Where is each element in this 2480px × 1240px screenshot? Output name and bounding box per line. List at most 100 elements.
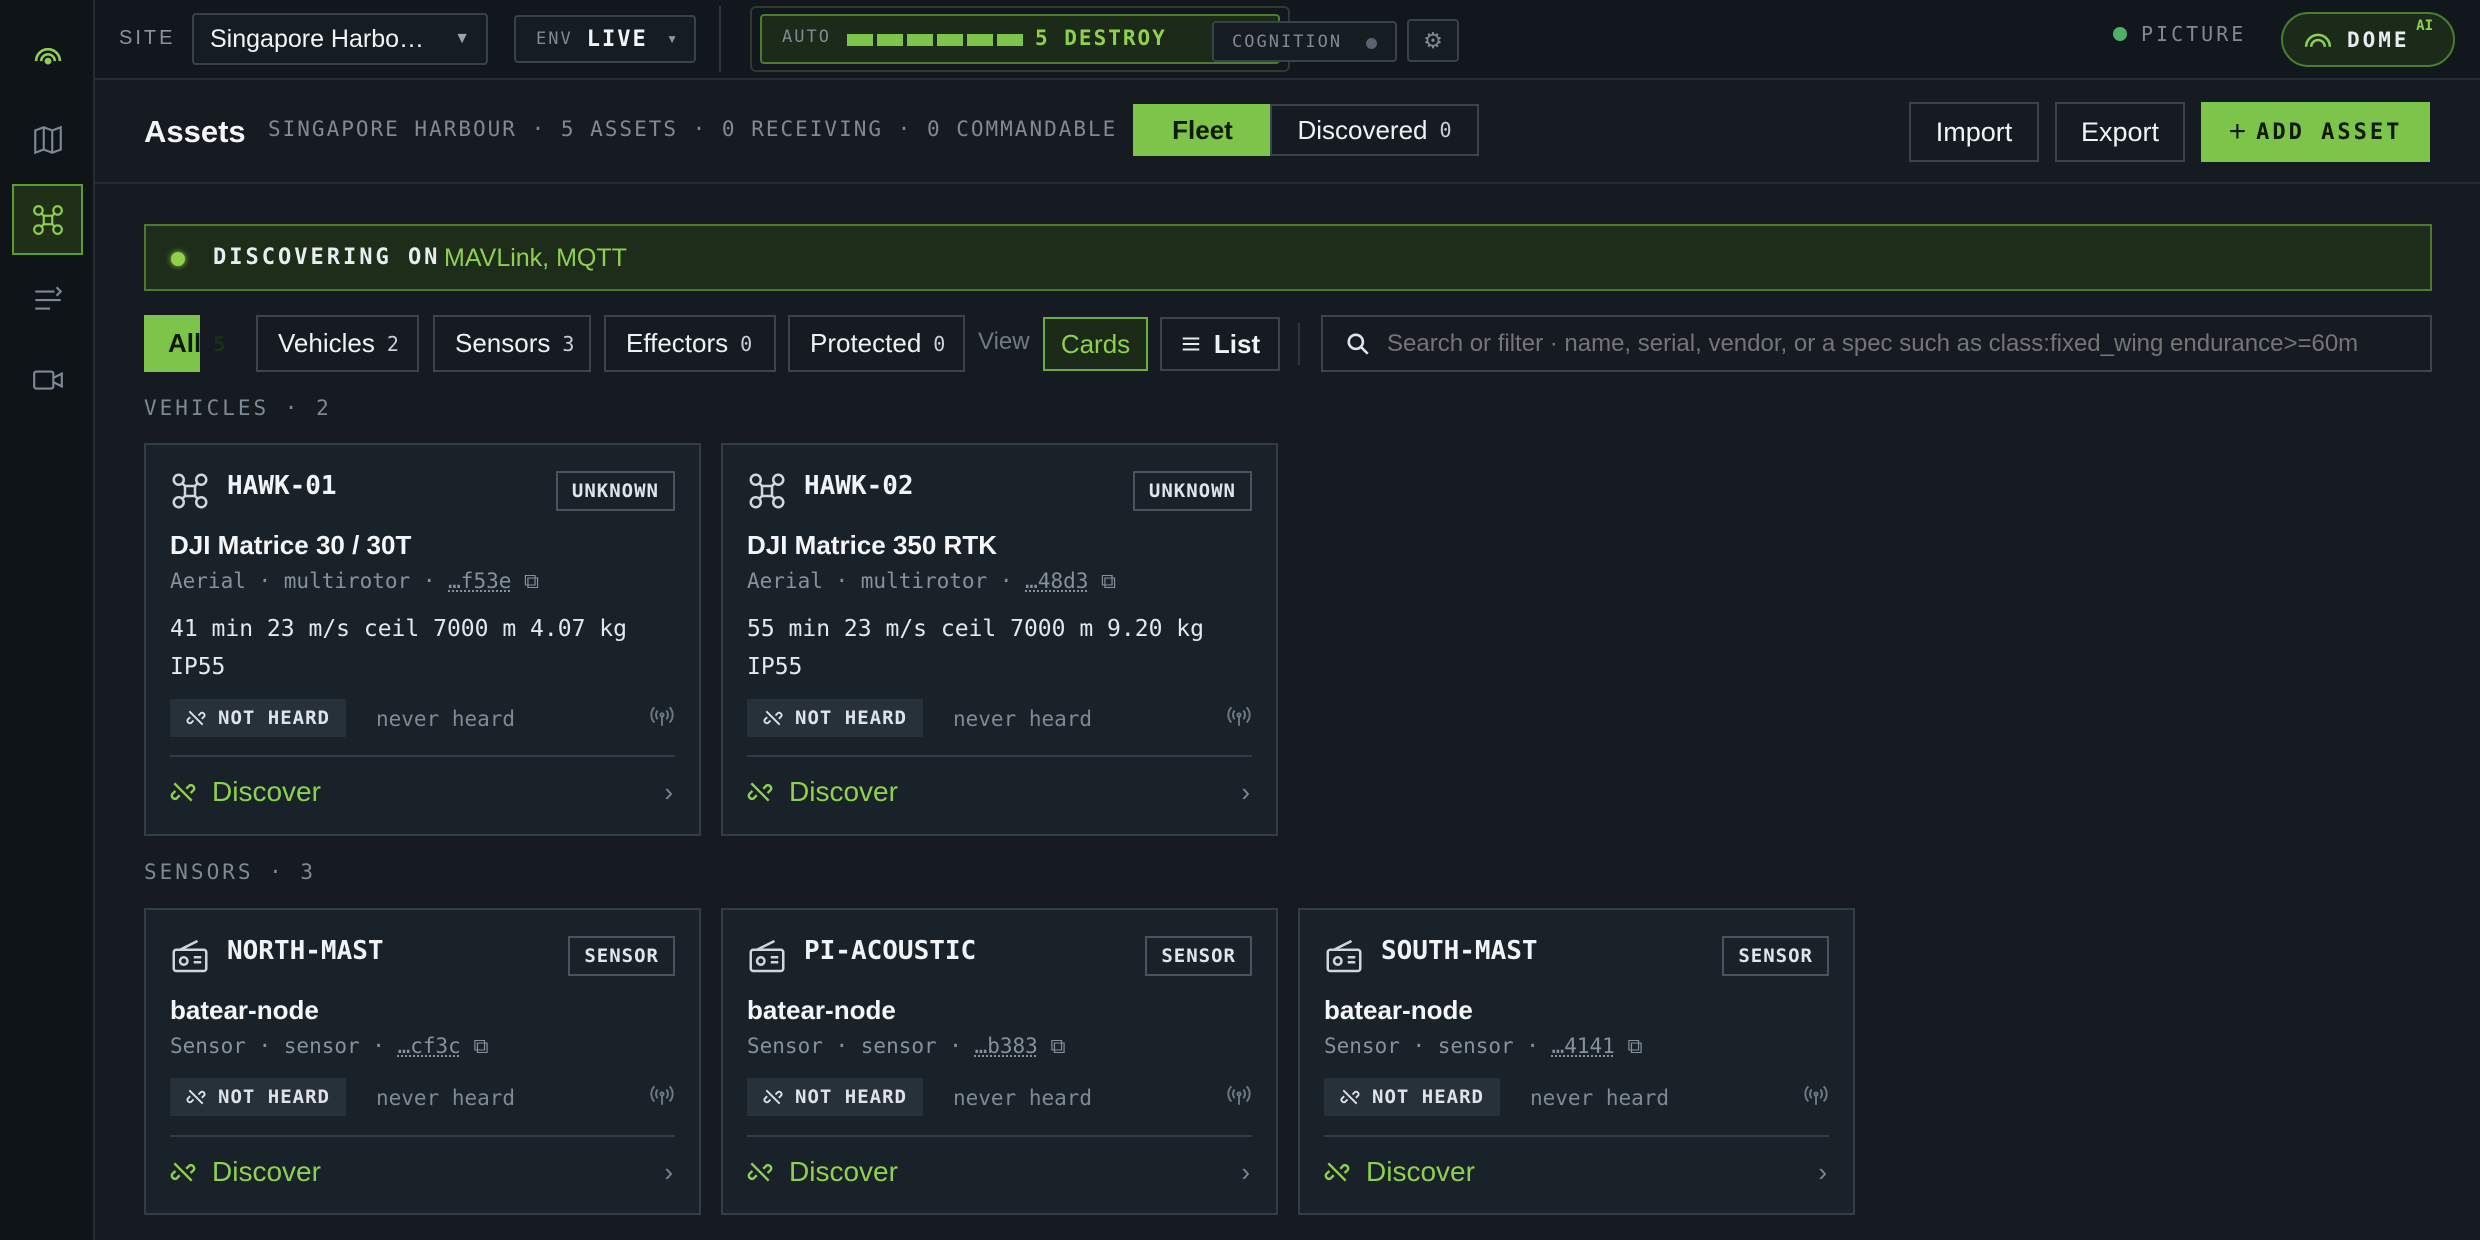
asset-specs: 41 min 23 m/s ceil 7000 m 4.07 kg IP55 [170,616,627,680]
view-cards-button[interactable]: Cards [1043,317,1148,371]
last-heard: never heard [376,707,516,731]
filter-chip-all[interactable]: All 5 [144,315,225,372]
status-badge: SENSOR [568,936,675,976]
view-list-button[interactable]: List [1160,317,1280,371]
discover-button[interactable]: Discover [1324,1156,1475,1188]
discover-button[interactable]: Discover [747,776,898,808]
asset-card[interactable]: SOUTH-MAST SENSOR batear-node Sensor · s… [1298,908,1855,1215]
import-label: Import [1935,116,2013,147]
asset-serial: …f53e [448,569,512,593]
drone-icon[interactable] [12,184,83,255]
discover-button[interactable]: Discover [170,1156,321,1188]
chevron-right-icon[interactable]: › [1241,777,1250,808]
logo-icon[interactable] [12,20,83,91]
picture-status[interactable]: PICTURE [2113,22,2246,46]
drone-icon [749,473,785,509]
banner-protocols: MAVLink, MQTT [444,244,627,272]
discover-button[interactable]: Discover [747,1156,898,1188]
copy-icon[interactable]: ⧉ [1101,569,1116,593]
chevron-right-icon[interactable]: › [1818,1157,1827,1188]
tab-fleet[interactable]: Fleet [1133,104,1272,156]
chevron-right-icon[interactable]: › [664,1157,673,1188]
copy-icon[interactable]: ⧉ [524,569,539,593]
link-status-badge: NOT HEARD [747,699,923,737]
map-icon[interactable] [12,104,83,175]
export-button[interactable]: Export [2055,102,2185,162]
copy-icon[interactable]: ⧉ [473,1034,488,1058]
asset-model: batear-node [747,995,896,1025]
status-badge: UNKNOWN [1132,471,1252,511]
status-dot-icon [1366,38,1377,49]
asset-name: SOUTH-MAST [1381,936,1538,966]
autonomy-level-segment [907,34,933,46]
asset-class: Sensor · sensor · [1324,1034,1552,1058]
add-asset-button[interactable]: + ADD ASSET [2201,102,2430,162]
video-icon[interactable] [12,344,83,415]
asset-card[interactable]: NORTH-MAST SENSOR batear-node Sensor · s… [144,908,701,1215]
link-off-icon [763,710,783,726]
asset-name: NORTH-MAST [227,936,384,966]
link-status-badge: NOT HEARD [170,1078,346,1116]
search-box[interactable] [1321,315,2432,372]
divider [747,755,1252,757]
filter-chip-protected[interactable]: Protected 0 [788,315,965,372]
site-label: SITE [119,27,176,49]
cognition-toggle[interactable]: COGNITION [1212,21,1397,62]
asset-meta: Aerial · multirotor · …f53e ⧉ [170,569,539,594]
antenna-icon [650,706,674,726]
divider [719,6,721,72]
chevron-right-icon[interactable]: › [664,777,673,808]
asset-card[interactable]: PI-ACOUSTIC SENSOR batear-node Sensor · … [721,908,1278,1215]
asset-name: HAWK-02 [804,471,914,501]
autonomy-level-control[interactable]: AUTO 5 DESTROY [760,14,1280,64]
filter-chip-sensors[interactable]: Sensors 3 [433,315,591,372]
tab-discovered[interactable]: Discovered 0 [1270,104,1479,156]
link-off-icon [170,782,196,802]
chevron-right-icon[interactable]: › [1241,1157,1250,1188]
asset-class: Aerial · multirotor · [747,569,1026,593]
plus-icon: + [2228,115,2247,148]
asset-card[interactable]: HAWK-01 UNKNOWN DJI Matrice 30 / 30T Aer… [144,443,701,836]
cognition-label: COGNITION [1232,31,1343,52]
env-label: ENV [536,29,573,49]
asset-model: DJI Matrice 30 / 30T [170,530,412,560]
autonomy-level-segment [997,34,1023,46]
status-badge: SENSOR [1145,936,1252,976]
cards-label: Cards [1060,328,1131,359]
autonomy-level-segment [937,34,963,46]
divider [1298,323,1300,365]
site-selector[interactable]: Singapore Harbo… ▼ [192,13,488,65]
asset-model: batear-node [1324,995,1473,1025]
dome-ai-button[interactable]: DOME AI [2281,12,2455,67]
search-input[interactable] [1387,327,2413,361]
asset-name: PI-ACOUSTIC [804,936,977,966]
export-label: Export [2080,116,2160,147]
import-button[interactable]: Import [1909,102,2039,162]
copy-icon[interactable]: ⧉ [1627,1034,1642,1058]
tasks-icon[interactable] [12,264,83,335]
asset-class: Sensor · sensor · [170,1034,398,1058]
chip-label: Effectors [626,328,729,358]
link-status-badge: NOT HEARD [747,1078,923,1116]
auto-label: AUTO [782,27,831,47]
last-heard: never heard [376,1086,516,1110]
view-label: View [978,328,1030,355]
env-selector[interactable]: ENV LIVE ▼ [514,15,696,63]
link-off-icon [186,1089,206,1105]
asset-card[interactable]: HAWK-02 UNKNOWN DJI Matrice 350 RTK Aeri… [721,443,1278,836]
filter-chip-vehicles[interactable]: Vehicles 2 [256,315,419,372]
discover-button[interactable]: Discover [170,776,321,808]
asset-specs: 55 min 23 m/s ceil 7000 m 9.20 kg IP55 [747,616,1204,680]
add-asset-label: ADD ASSET [2256,119,2403,145]
filter-chip-effectors[interactable]: Effectors 0 [604,315,776,372]
asset-serial: …48d3 [1025,569,1089,593]
radio-icon [749,939,785,973]
gear-icon[interactable]: ⚙ [1407,19,1459,62]
link-status-text: NOT HEARD [1372,1086,1484,1108]
pulse-dot-icon [171,252,185,266]
discover-label: Discover [1366,1156,1475,1187]
asset-serial: …cf3c [397,1034,461,1058]
copy-icon[interactable]: ⧉ [1050,1034,1065,1058]
chevron-down-icon: ▼ [454,30,470,47]
asset-meta: Sensor · sensor · …4141 ⧉ [1324,1034,1642,1059]
